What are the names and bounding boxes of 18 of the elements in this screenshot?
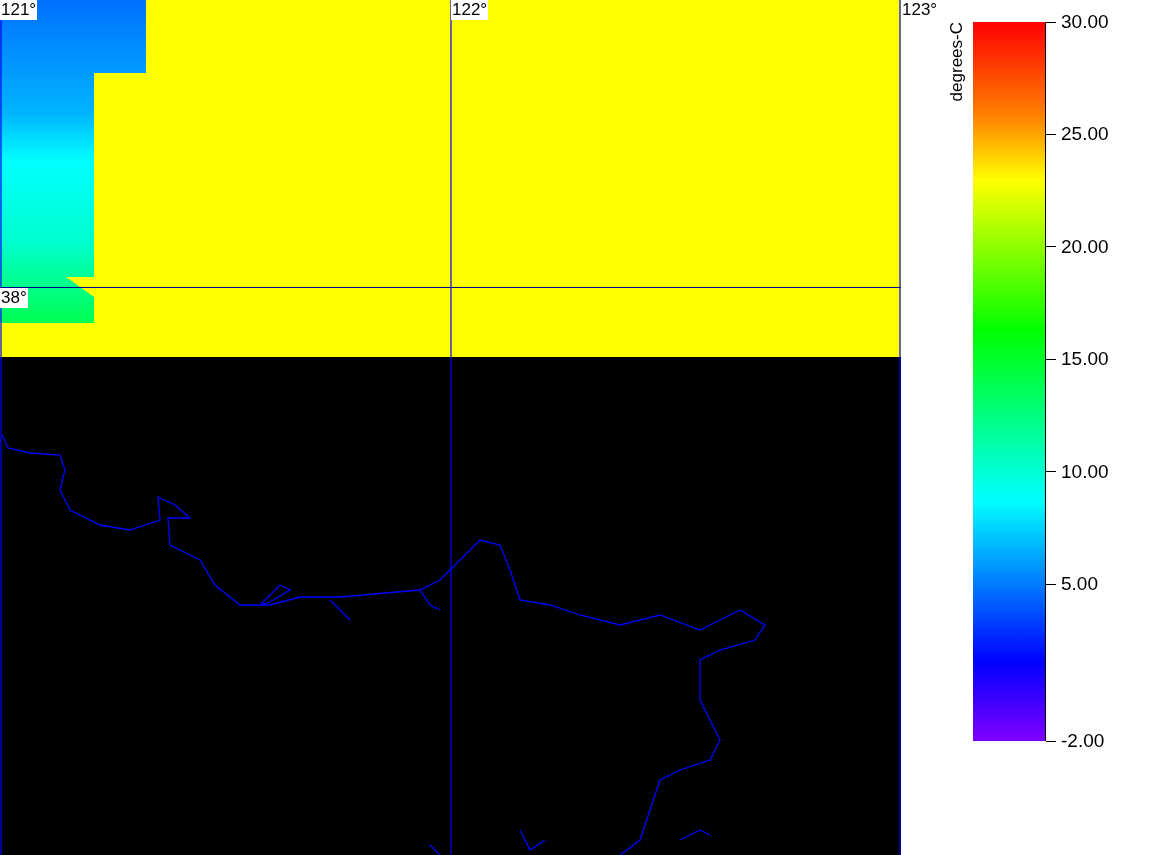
tick-label: 15.00	[1061, 348, 1109, 371]
tick-label: 25.00	[1061, 123, 1109, 146]
longitude-label: 121°	[0, 0, 38, 20]
tick-mark	[1046, 21, 1056, 23]
tick-mark	[1046, 583, 1056, 585]
tick-label: 5.00	[1061, 573, 1098, 595]
tick-label: -2.00	[1061, 730, 1105, 752]
tick-label: 10.00	[1061, 460, 1109, 483]
tick-mark	[1046, 471, 1056, 473]
tick-label: 20.00	[1061, 235, 1109, 258]
tick-label: 30.00	[1061, 11, 1109, 33]
colorbar-unit-label: degrees-C	[947, 22, 967, 102]
latitude-label: 38°	[0, 288, 28, 308]
tick-mark	[1046, 740, 1056, 742]
tick-mark	[1046, 246, 1056, 248]
tick-mark	[1046, 133, 1056, 135]
longitude-label: 122°	[451, 0, 489, 20]
tick-mark	[1046, 358, 1056, 360]
